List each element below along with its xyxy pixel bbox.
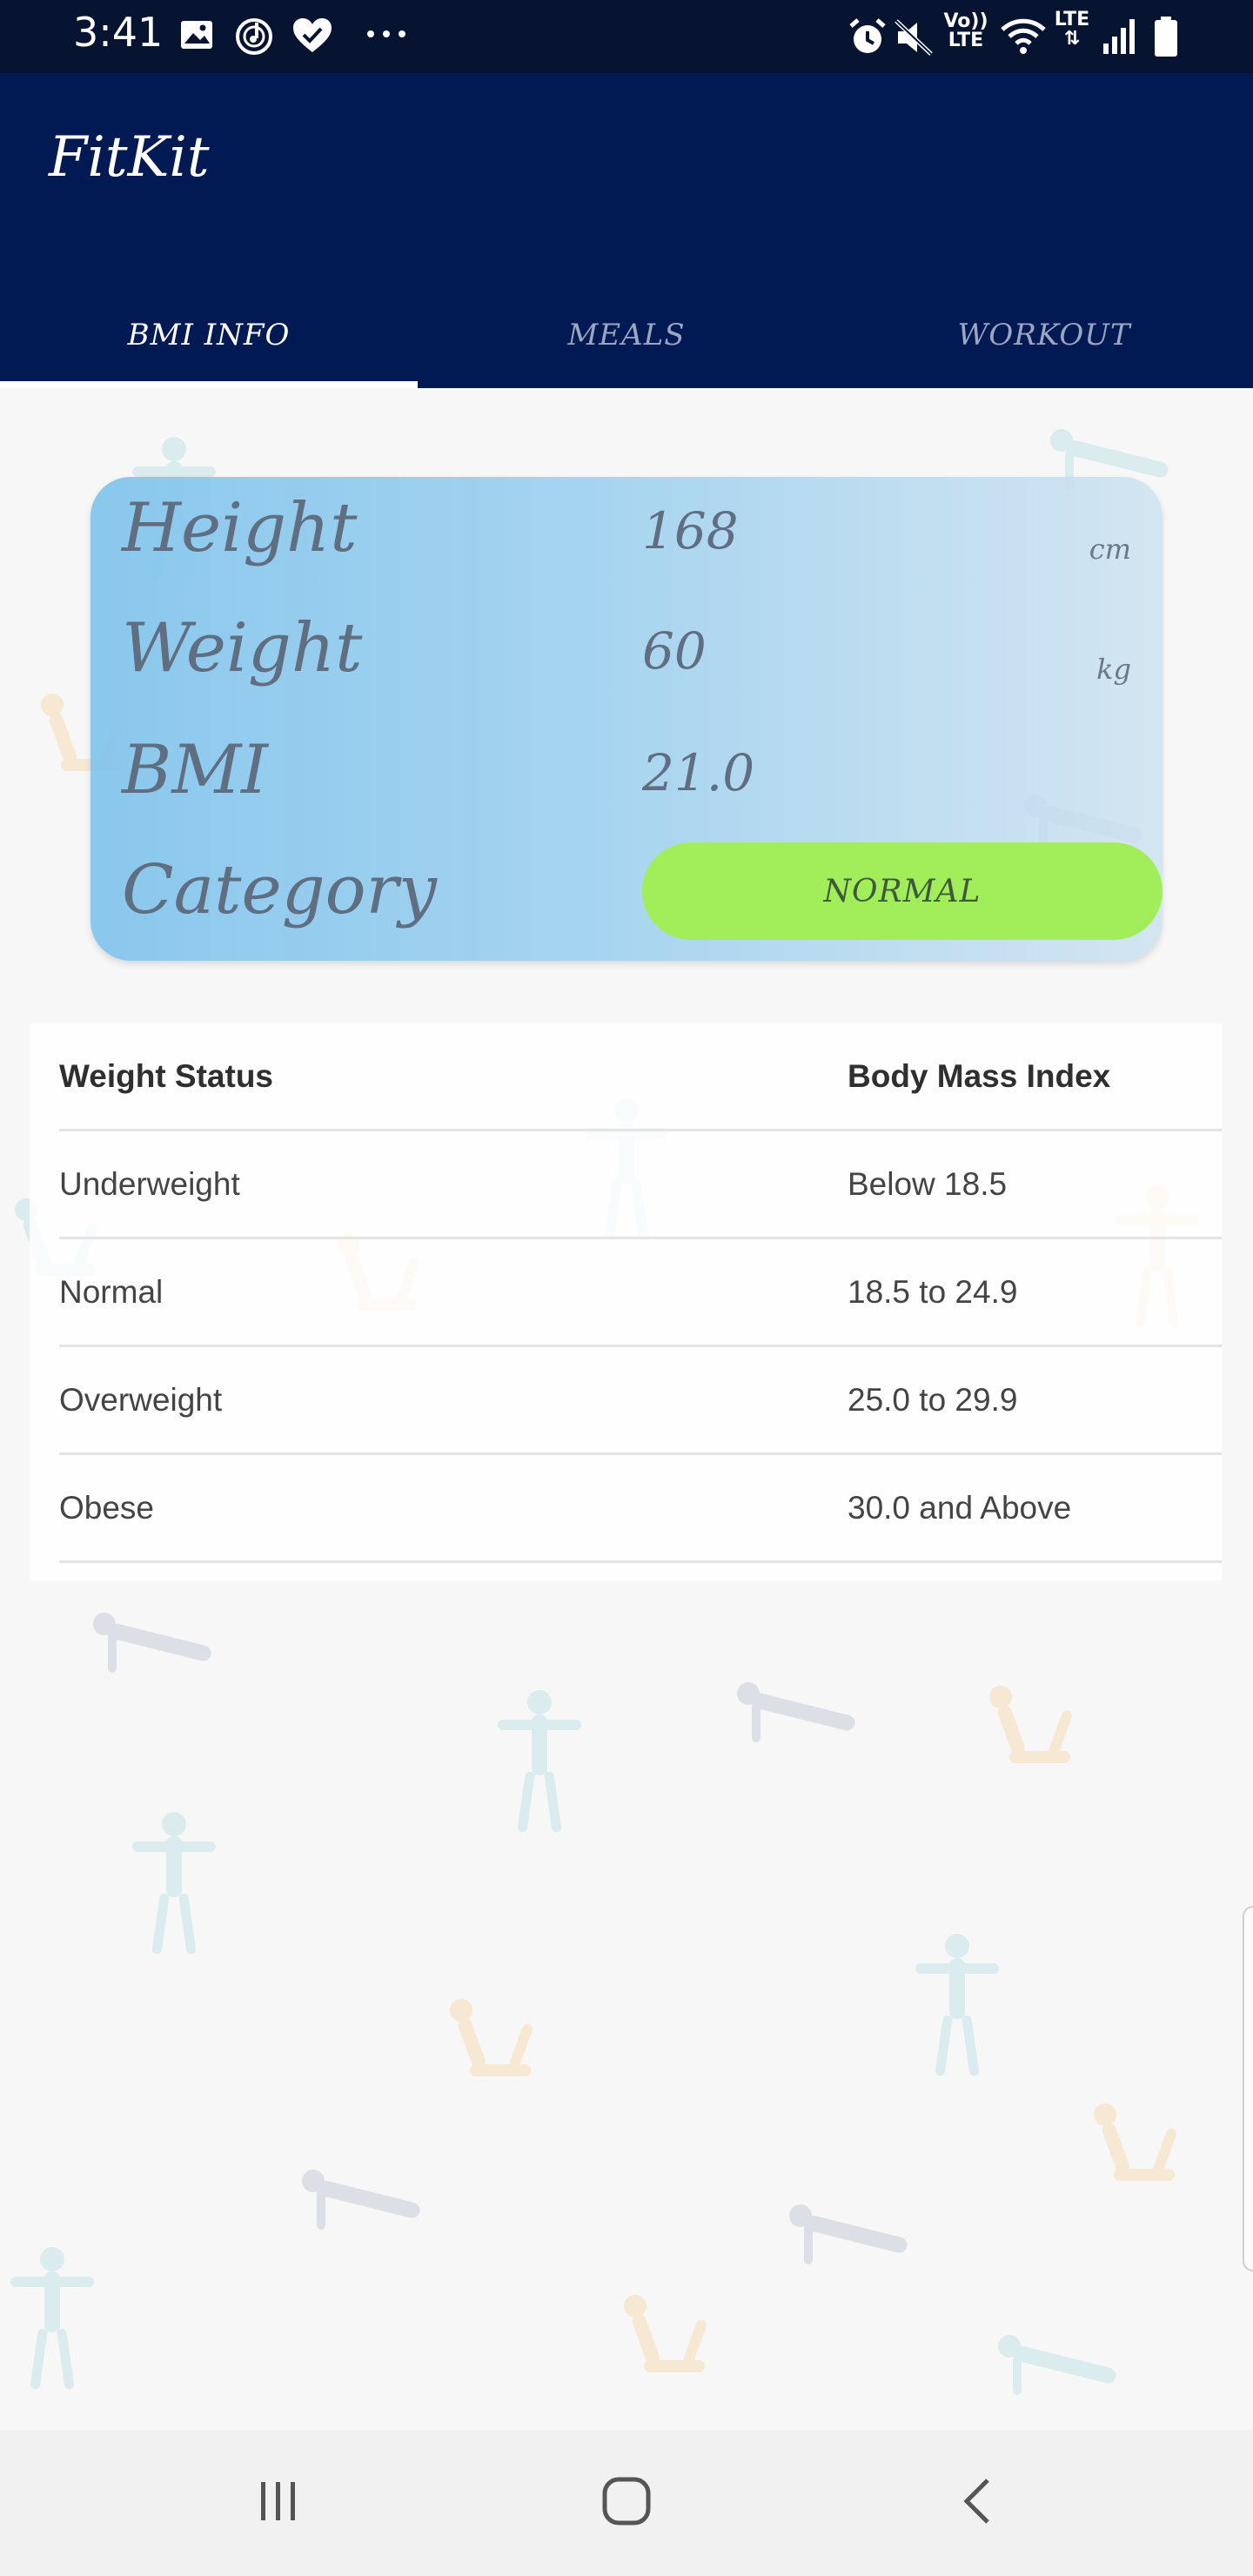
height-unit: cm	[1089, 533, 1131, 566]
weight-status-cell: Overweight	[59, 1381, 223, 1418]
volte-lte-label: LTE	[948, 30, 984, 51]
status-bar: 3:41 Vo)) LTE LTE ⇅	[0, 0, 1253, 73]
bmi-range-cell: 25.0 to 29.9	[848, 1381, 1018, 1418]
bmi-summary-card: Height 168 cm Weight 60 kg BMI 21.0 Cate…	[90, 477, 1163, 961]
tab-workout-label: WORKOUT	[957, 318, 1131, 352]
height-label: Height	[122, 489, 358, 567]
height-value: 168	[642, 501, 739, 560]
wifi-icon	[999, 16, 1048, 63]
tab-indicator	[0, 381, 418, 388]
bmi-label: BMI	[122, 731, 268, 809]
category-label: Category	[122, 851, 437, 929]
app-title: FitKit	[49, 125, 210, 190]
data-arrows-icon: ⇅	[1063, 28, 1081, 50]
home-icon	[600, 2475, 653, 2531]
table-row: Underweight Below 18.5	[59, 1131, 1222, 1239]
bmi-row: BMI 21.0	[90, 731, 1163, 835]
weight-label: Weight	[122, 609, 363, 688]
back-button[interactable]	[891, 2430, 1065, 2576]
tab-meals[interactable]: MEALS	[418, 282, 835, 388]
alarm-icon	[846, 16, 889, 63]
weight-unit: kg	[1096, 653, 1131, 686]
table-row: Normal 18.5 to 24.9	[59, 1239, 1222, 1347]
recent-apps-icon	[254, 2477, 303, 2529]
weight-status-cell: Underweight	[59, 1165, 240, 1202]
music-icon	[233, 16, 275, 61]
back-icon	[956, 2475, 1000, 2531]
more-dots-icon	[364, 21, 416, 50]
height-row: Height 168 cm	[90, 489, 1163, 594]
edge-panel-handle[interactable]	[1243, 1906, 1253, 2271]
tab-workout[interactable]: WORKOUT	[835, 282, 1253, 388]
app-bar: FitKit BMI INFO MEALS WORKOUT	[0, 73, 1253, 388]
mute-icon	[893, 16, 936, 63]
category-badge: NORMAL	[642, 842, 1163, 940]
weight-status-cell: Obese	[59, 1489, 155, 1526]
bmi-range-cell: Below 18.5	[848, 1165, 1008, 1202]
system-nav-bar	[0, 2430, 1253, 2576]
tab-bmi-info-label: BMI INFO	[127, 318, 291, 352]
tab-bar: BMI INFO MEALS WORKOUT	[0, 282, 1253, 388]
weight-row: Weight 60 kg	[90, 609, 1163, 714]
bmi-value: 21.0	[642, 743, 755, 802]
table-header-row: Weight Status Body Mass Index	[59, 1023, 1222, 1131]
home-button[interactable]	[539, 2430, 714, 2576]
bmi-range-cell: 30.0 and Above	[848, 1489, 1072, 1526]
table-row: Overweight 25.0 to 29.9	[59, 1347, 1222, 1455]
table-row: Obese 30.0 and Above	[59, 1455, 1222, 1563]
lte-icon: LTE ⇅	[1051, 10, 1093, 49]
weight-value: 60	[642, 621, 707, 681]
tab-meals-label: MEALS	[567, 318, 686, 352]
recent-apps-button[interactable]	[191, 2430, 365, 2576]
bmi-range-cell: 18.5 to 24.9	[848, 1273, 1018, 1310]
table-header-weight-status: Weight Status	[59, 1057, 273, 1094]
bmi-reference-table: Weight Status Body Mass Index Underweigh…	[30, 1023, 1222, 1580]
heart-check-icon	[291, 16, 334, 59]
signal-icon	[1102, 16, 1140, 59]
category-value: NORMAL	[823, 873, 982, 909]
tab-bmi-info[interactable]: BMI INFO	[0, 282, 418, 388]
image-icon	[178, 16, 216, 57]
battery-icon	[1152, 16, 1180, 61]
table-header-bmi: Body Mass Index	[848, 1057, 1111, 1094]
weight-status-cell: Normal	[59, 1273, 164, 1310]
volte-icon: Vo)) LTE	[941, 12, 990, 50]
status-time: 3:41	[73, 9, 164, 56]
